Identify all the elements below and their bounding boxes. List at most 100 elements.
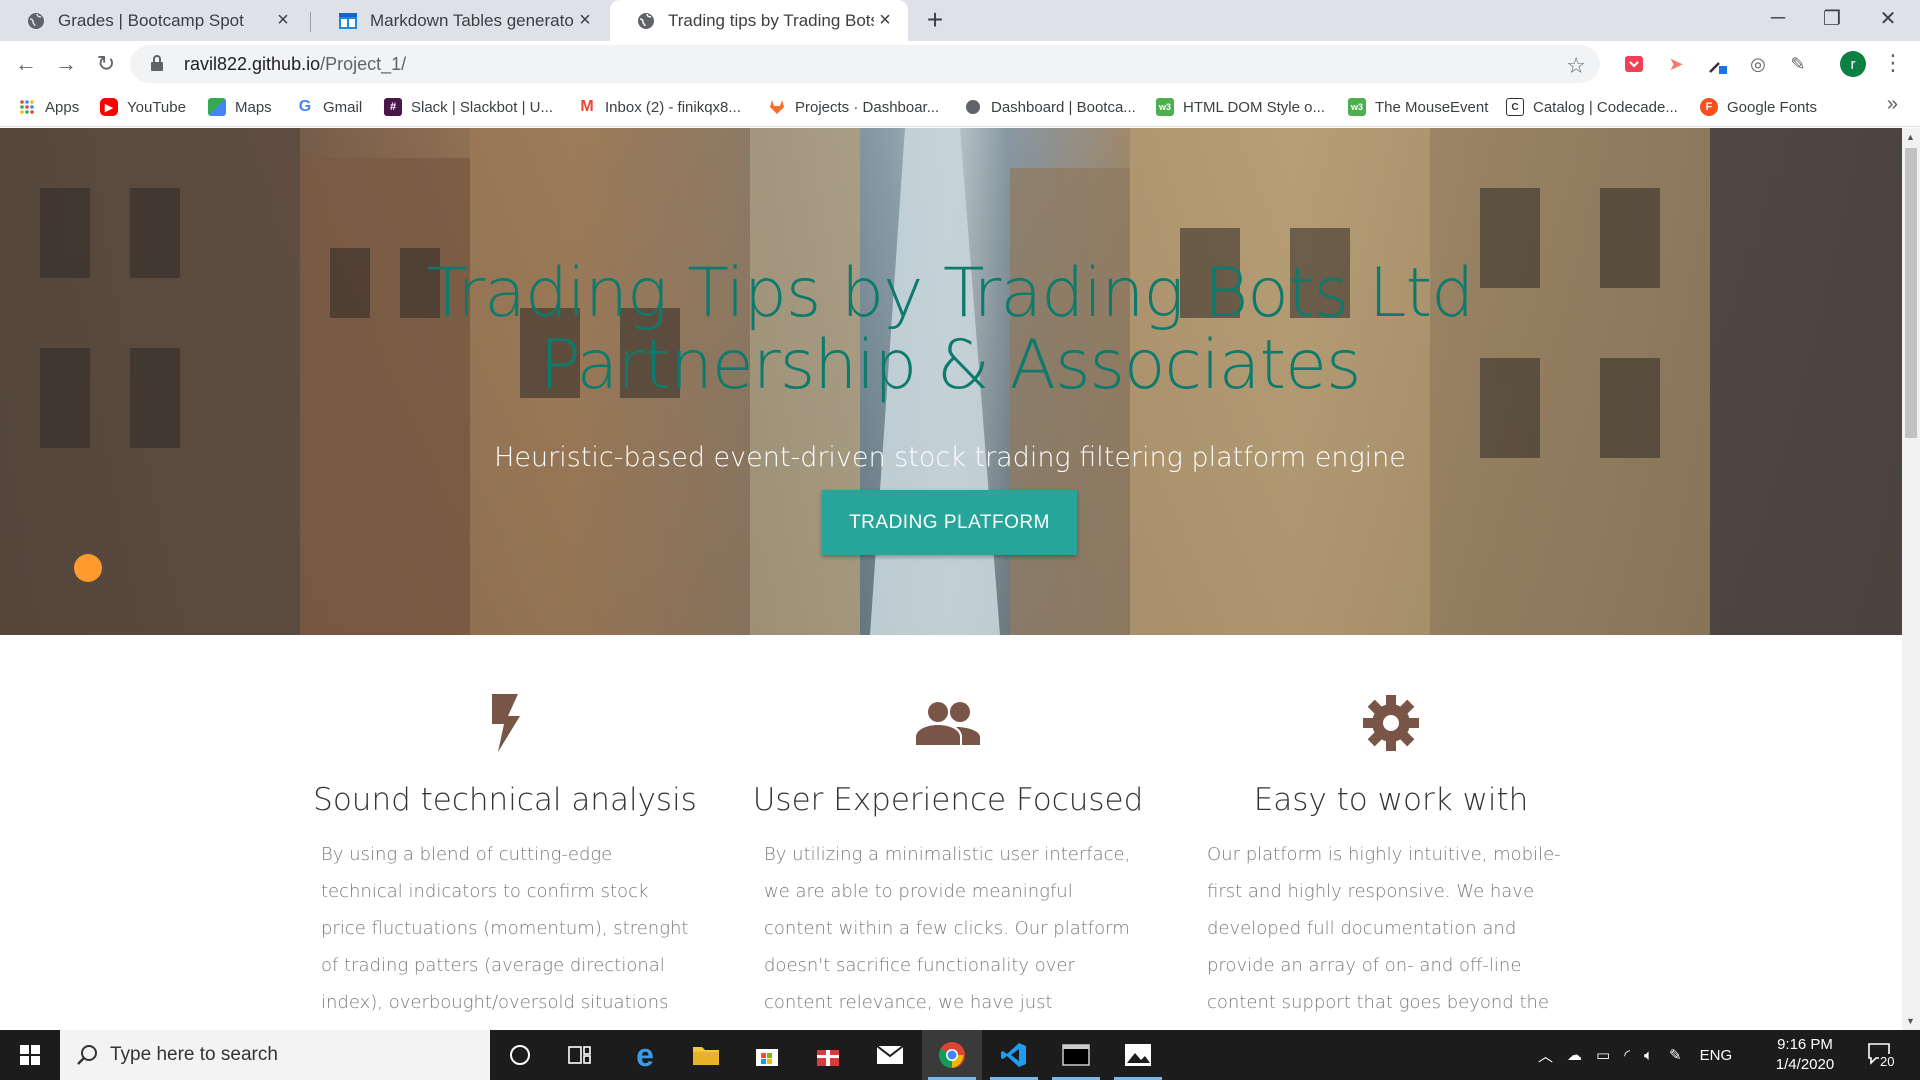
profile-avatar[interactable]: r: [1840, 51, 1866, 77]
feature-text: By using a blend of cutting-edge technic…: [321, 844, 689, 1030]
bookmark-gmail[interactable]: G Gmail: [296, 95, 362, 119]
scroll-up-arrow-icon[interactable]: ▲: [1906, 132, 1915, 142]
bookmark-label: Dashboard | Bootca...: [991, 98, 1136, 116]
bookmarks-bar: Apps ▶ YouTube Maps G Gmail # Slack | Slack…: [0, 87, 1920, 127]
feature-text: Our platform is highly intuitive, mobile…: [1207, 844, 1561, 1030]
bookmark-slack[interactable]: # Slack | Slackbot | U...: [384, 95, 553, 119]
page-scrollbar[interactable]: ▲ ▼: [1902, 128, 1920, 1030]
pocket-extension-icon[interactable]: [1622, 52, 1646, 76]
url-host: ravil822.github.io: [184, 53, 321, 74]
bookmark-codecademy[interactable]: C Catalog | Codecade...: [1506, 95, 1678, 119]
tab-markdown[interactable]: Markdown Tables generator - Tab ×: [312, 0, 608, 41]
clock-date: 1/4/2020: [1775, 1056, 1835, 1073]
address-bar[interactable]: ravil822.github.io/Project_1/ ☆: [130, 45, 1600, 83]
minimize-button[interactable]: ─: [1752, 0, 1804, 36]
scroll-down-arrow-icon[interactable]: ▼: [1906, 1016, 1915, 1026]
youtube-icon: ▶: [100, 98, 118, 116]
bookmark-google-fonts[interactable]: F Google Fonts: [1700, 95, 1817, 119]
tab-title: Markdown Tables generator - Tab: [370, 10, 574, 30]
w3schools-icon: w3: [1348, 98, 1366, 116]
tab-divider: [310, 12, 311, 32]
mail-icon[interactable]: [860, 1030, 920, 1080]
close-icon[interactable]: ×: [574, 9, 596, 32]
codecademy-icon: C: [1506, 98, 1524, 116]
bookmark-inbox[interactable]: M Inbox (2) - finikqx8...: [578, 95, 741, 119]
extension-pen-icon[interactable]: ✎: [1786, 52, 1810, 76]
eyedropper-extension-icon[interactable]: [1706, 52, 1730, 76]
windows-taskbar: Type here to search e ︿ ☁ ▭ ◜ 🔈︎ ✎ ENG 9…: [0, 1030, 1920, 1080]
scrollbar-thumb[interactable]: [1905, 148, 1917, 438]
microsoft-store-icon[interactable]: [737, 1030, 797, 1080]
feature-title: Easy to work with: [1253, 782, 1529, 818]
notification-count: 20: [1879, 1054, 1896, 1069]
chevron-double-right-icon[interactable]: »: [1887, 93, 1898, 116]
bookmark-label: Projects · Dashboar...: [795, 98, 940, 116]
feature-easy-to-work: Easy to work with Our platform is highly…: [1191, 688, 1591, 1030]
settings-icon: [1191, 688, 1591, 758]
notification-center-icon[interactable]: 20: [1866, 1040, 1896, 1070]
lock-icon: [150, 54, 170, 74]
tab-trading-tips[interactable]: Trading tips by Trading Bots Ltd I ×: [610, 0, 908, 41]
bookmark-mouseevent[interactable]: w3 The MouseEvent: [1348, 95, 1488, 119]
task-view-icon[interactable]: [550, 1030, 610, 1080]
extension-circle-icon[interactable]: ◎: [1746, 52, 1770, 76]
edge-browser-icon[interactable]: e: [615, 1030, 675, 1080]
globe-icon: [964, 98, 982, 116]
file-explorer-icon[interactable]: [676, 1030, 736, 1080]
taskbar-search-box[interactable]: Type here to search: [60, 1030, 490, 1080]
group-icon: [748, 688, 1148, 758]
window-close-button[interactable]: ✕: [1862, 0, 1914, 36]
gmail-icon: M: [580, 98, 594, 115]
menu-dots-icon[interactable]: ⋮: [1882, 50, 1904, 76]
feature-text: By utilizing a minimalistic user interfa…: [764, 844, 1131, 1030]
chrome-taskbar-icon[interactable]: [922, 1030, 982, 1080]
globe-icon: [636, 11, 656, 31]
close-icon[interactable]: ×: [272, 9, 294, 32]
tab-title: Trading tips by Trading Bots Ltd I: [668, 10, 874, 30]
bookmark-gitlab[interactable]: Projects · Dashboar...: [768, 95, 939, 119]
vscode-icon[interactable]: [984, 1030, 1044, 1080]
gift-icon[interactable]: [798, 1030, 858, 1080]
chevron-up-icon[interactable]: ︿: [1538, 1045, 1553, 1066]
reload-icon[interactable]: ↻: [90, 48, 122, 80]
hero-subtitle: Heuristic-based event-driven stock tradi…: [494, 442, 1406, 473]
bookmark-label: Catalog | Codecade...: [1533, 98, 1678, 116]
volume-icon[interactable]: 🔈︎: [1644, 1047, 1653, 1064]
google-g-icon: G: [298, 98, 312, 115]
bookmark-youtube[interactable]: ▶ YouTube: [100, 95, 186, 119]
language-indicator[interactable]: ENG: [1700, 1047, 1733, 1064]
tab-grades[interactable]: Grades | Bootcamp Spot ×: [0, 0, 306, 41]
search-placeholder: Type here to search: [110, 1044, 278, 1065]
cortana-icon[interactable]: [490, 1030, 550, 1080]
url-path: /Project_1/: [320, 53, 407, 74]
bookmark-maps[interactable]: Maps: [208, 95, 272, 119]
flash-icon: [305, 688, 705, 758]
bookmark-dashboard[interactable]: Dashboard | Bootca...: [964, 95, 1136, 119]
bookmark-apps[interactable]: Apps: [18, 95, 79, 119]
battery-icon[interactable]: ▭: [1596, 1046, 1610, 1064]
taskbar-clock[interactable]: 9:16 PM 1/4/2020: [1770, 1035, 1840, 1075]
url-text: ravil822.github.io/Project_1/: [184, 54, 406, 75]
clock-time: 9:16 PM: [1777, 1036, 1833, 1053]
bookmark-label: HTML DOM Style o...: [1183, 98, 1325, 116]
system-tray: ︿ ☁ ▭ ◜ 🔈︎ ✎ ENG: [1538, 1030, 1732, 1080]
trading-platform-button[interactable]: TRADING PLATFORM: [822, 490, 1077, 555]
photos-icon[interactable]: [1108, 1030, 1168, 1080]
bookmark-star-icon[interactable]: ☆: [1566, 53, 1586, 79]
maps-icon: [208, 98, 226, 116]
wifi-icon[interactable]: ◜: [1624, 1046, 1630, 1064]
extension-arrow-icon[interactable]: ➤: [1664, 52, 1688, 76]
terminal-icon[interactable]: [1046, 1030, 1106, 1080]
bookmark-label: Gmail: [323, 98, 363, 116]
forward-arrow-icon[interactable]: →: [50, 48, 82, 80]
new-tab-button[interactable]: +: [920, 6, 950, 36]
feature-technical-analysis: Sound technical analysis By using a blen…: [305, 688, 705, 1030]
bookmark-label: YouTube: [127, 98, 186, 116]
restore-button[interactable]: ❐: [1806, 0, 1858, 36]
windows-start-button[interactable]: [0, 1030, 60, 1080]
pen-icon[interactable]: ✎: [1669, 1046, 1682, 1064]
close-icon[interactable]: ×: [874, 9, 896, 32]
bookmark-html-dom[interactable]: w3 HTML DOM Style o...: [1156, 95, 1325, 119]
onedrive-cloud-icon[interactable]: ☁: [1567, 1046, 1582, 1064]
back-arrow-icon[interactable]: ←: [10, 48, 42, 80]
